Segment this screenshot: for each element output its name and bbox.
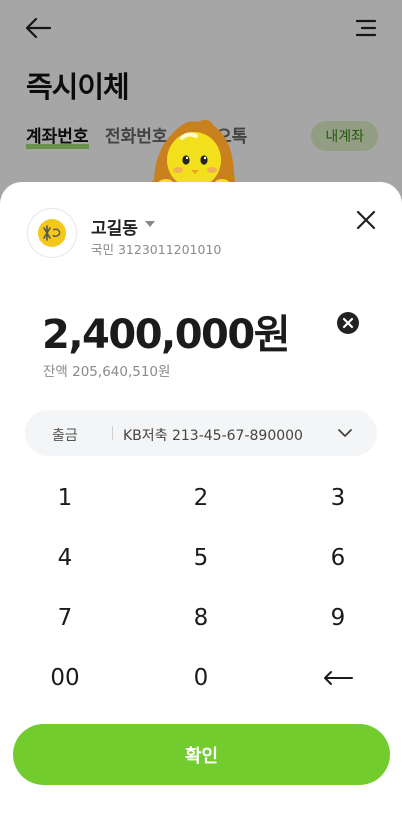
kb-bank-icon bbox=[38, 219, 66, 247]
withdraw-account-selector[interactable]: 출금 KB저축 213-45-67-890000 bbox=[25, 410, 377, 456]
key-9[interactable]: 9 bbox=[278, 590, 398, 646]
key-2[interactable]: 2 bbox=[141, 470, 261, 526]
key-8[interactable]: 8 bbox=[141, 590, 261, 646]
caret-down-icon[interactable] bbox=[144, 220, 156, 228]
bank-logo bbox=[27, 208, 77, 258]
clear-amount-icon[interactable] bbox=[337, 312, 359, 334]
close-icon[interactable] bbox=[354, 208, 378, 232]
transfer-amount: 2,400,000원 bbox=[42, 312, 291, 358]
withdraw-label: 출금 bbox=[52, 428, 78, 444]
chevron-down-icon bbox=[338, 429, 352, 437]
key-0[interactable]: 0 bbox=[141, 650, 261, 706]
backspace-key[interactable] bbox=[278, 650, 398, 706]
recipient-account: 국민 3123011201010 bbox=[91, 242, 222, 257]
key-00[interactable]: 00 bbox=[5, 650, 125, 706]
key-7[interactable]: 7 bbox=[5, 590, 125, 646]
confirm-button[interactable]: 확인 bbox=[13, 724, 390, 785]
key-5[interactable]: 5 bbox=[141, 530, 261, 586]
withdraw-account: KB저축 213-45-67-890000 bbox=[123, 428, 303, 444]
backspace-arrow-icon bbox=[324, 671, 353, 685]
divider bbox=[112, 426, 113, 440]
key-3[interactable]: 3 bbox=[278, 470, 398, 526]
account-balance: 잔액 205,640,510원 bbox=[43, 364, 171, 380]
key-4[interactable]: 4 bbox=[5, 530, 125, 586]
number-keypad: 1 2 3 4 5 6 7 8 9 00 0 bbox=[0, 470, 402, 710]
key-6[interactable]: 6 bbox=[278, 530, 398, 586]
recipient-name[interactable]: 고길동 bbox=[91, 214, 138, 239]
transfer-bottom-sheet: 고길동 국민 3123011201010 2,400,000원 잔액 205,6… bbox=[0, 182, 402, 819]
key-1[interactable]: 1 bbox=[5, 470, 125, 526]
